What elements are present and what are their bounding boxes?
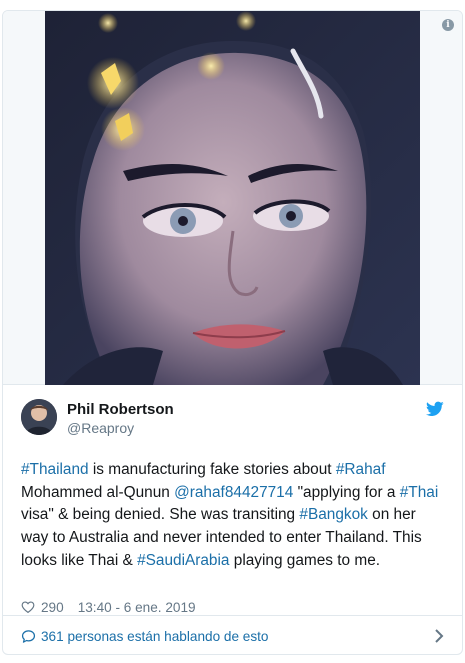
hashtag-saudiarabia[interactable]: #SaudiArabia xyxy=(137,552,229,569)
avatar-image xyxy=(21,399,57,435)
avatar[interactable] xyxy=(21,399,57,435)
tweet-text-segment: is manufacturing fake stories about xyxy=(88,461,336,478)
embedded-tweet-card: i Phil Robertson @Reaproy #Thailand is m… xyxy=(2,10,463,655)
tweet-text-segment: Mohammed al-Qunun xyxy=(21,483,175,501)
tweet-text: #Thailand is manufacturing fake stories … xyxy=(21,459,441,573)
twitter-bird-icon[interactable] xyxy=(426,401,444,417)
hashtag-thai[interactable]: #Thai xyxy=(400,484,439,501)
like-count[interactable]: 290 xyxy=(41,600,64,615)
mention-rahaf84427714[interactable]: @rahaf84427714 xyxy=(174,484,293,501)
tweet-timestamp[interactable]: 13:40 - 6 ene. 2019 xyxy=(78,600,196,615)
author-name[interactable]: Phil Robertson xyxy=(67,401,174,418)
tweet-text-segment: "applying for a xyxy=(293,483,400,501)
portrait-photo xyxy=(45,11,420,385)
info-glyph: i xyxy=(446,19,450,30)
tweet-photo[interactable]: i xyxy=(3,11,462,385)
info-icon[interactable]: i xyxy=(442,19,454,31)
heart-icon[interactable] xyxy=(21,600,35,614)
people-talking-text[interactable]: 361 personas están hablando de esto xyxy=(41,629,269,644)
chevron-right-icon[interactable] xyxy=(434,629,444,643)
tweet-text-segment: visa" & being denied. She was transiting xyxy=(21,506,300,524)
divider xyxy=(3,615,462,616)
hashtag-bangkok[interactable]: #Bangkok xyxy=(299,506,367,523)
author-handle[interactable]: @Reaproy xyxy=(67,420,134,436)
speech-bubble-icon xyxy=(21,629,36,643)
tweet-text-segment: playing games to me. xyxy=(229,551,381,569)
tweet-header: Phil Robertson @Reaproy xyxy=(21,399,444,439)
hashtag-thailand[interactable]: #Thailand xyxy=(21,461,89,478)
hashtag-rahaf[interactable]: #Rahaf xyxy=(336,461,386,478)
tweet-meta: 290 13:40 - 6 ene. 2019 xyxy=(21,597,196,617)
people-talking-link[interactable]: 361 personas están hablando de esto xyxy=(21,625,444,647)
